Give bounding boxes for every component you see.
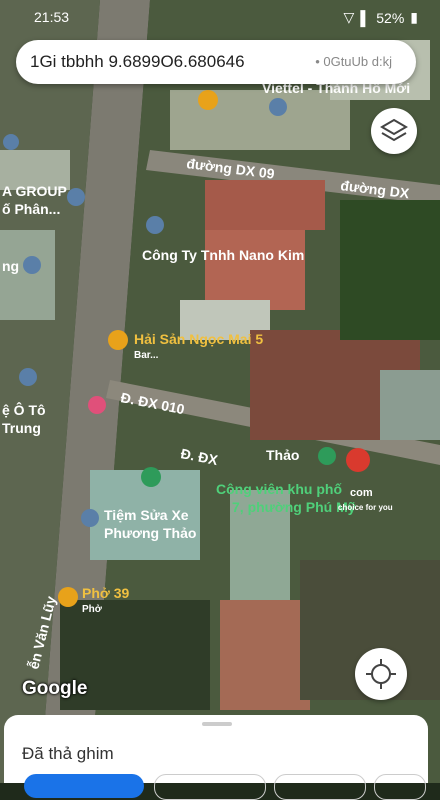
watermark-text-2: choice for you	[338, 503, 393, 512]
green-pin[interactable]	[141, 467, 161, 487]
layers-icon	[380, 118, 408, 142]
label-bar: Bar...	[134, 350, 159, 361]
hotel-pin[interactable]	[88, 396, 106, 414]
search-bar[interactable]: 1Gi tbbhh 9.6899O6.680646 • 0GtuUb d:kj	[16, 40, 416, 84]
label-pho39: Phở 39	[82, 585, 130, 601]
directions-chip[interactable]	[24, 774, 144, 798]
action-chip-2[interactable]	[154, 774, 266, 800]
action-chip-3[interactable]	[274, 774, 366, 800]
label-oto-2: Trung	[2, 420, 41, 436]
dropped-pin[interactable]	[346, 448, 370, 472]
label-congvien-1: Công viên khu phố	[216, 481, 342, 497]
google-logo: Google	[22, 678, 88, 699]
wifi-icon: ▽	[343, 9, 355, 25]
my-location-button[interactable]	[355, 648, 407, 700]
search-query[interactable]: 1Gi tbbhh 9.6899O6.680646	[30, 52, 245, 72]
label-thao: Thảo	[266, 447, 299, 463]
sheet-handle[interactable]	[202, 722, 232, 726]
sheet-title: Đã thả ghim	[22, 744, 114, 763]
oto-pin[interactable]	[19, 368, 37, 386]
pho-pin[interactable]	[58, 587, 78, 607]
watermark-text: com	[350, 487, 373, 499]
status-right: ▽ ▌ 52% ▮	[344, 9, 418, 26]
status-time: 21:53	[34, 9, 70, 25]
label-agroup-2: ố Phân...	[2, 201, 60, 217]
label-haisan: Hải Sản Ngọc Mai 5	[134, 331, 263, 347]
viettel-pin[interactable]	[269, 98, 287, 116]
battery-icon: ▮	[410, 9, 418, 25]
agroup-pin[interactable]	[67, 188, 85, 206]
label-oto-1: ệ Ô Tô	[2, 401, 46, 418]
signal-icon: ▌	[360, 9, 371, 26]
nano-pin[interactable]	[146, 216, 164, 234]
left-pin-top[interactable]	[3, 134, 19, 150]
layers-button[interactable]	[371, 108, 417, 154]
shop-pin[interactable]	[23, 256, 41, 274]
crosshair-icon	[366, 659, 396, 689]
label-tiem-1: Tiệm Sửa Xe	[104, 507, 189, 523]
food-pin-top[interactable]	[198, 90, 218, 110]
haisan-pin[interactable]	[108, 330, 128, 350]
label-tiem-2: Phương Thảo	[104, 525, 196, 541]
label-pho: Phở	[82, 604, 103, 615]
label-agroup: A GROUP	[2, 183, 67, 199]
bottom-sheet[interactable]: Đã thả ghim	[4, 715, 428, 800]
park-pin[interactable]	[318, 447, 336, 465]
label-ng: ng	[2, 258, 19, 274]
tiem-pin[interactable]	[81, 509, 99, 527]
search-extra: • 0GtuUb d:kj	[315, 54, 392, 69]
battery-level: 52%	[376, 9, 405, 26]
status-bar: 21:53 ▽ ▌ 52% ▮	[0, 0, 440, 34]
label-nano: Công Ty Tnhh Nano Kim	[142, 247, 304, 263]
action-chip-4[interactable]	[374, 774, 426, 800]
